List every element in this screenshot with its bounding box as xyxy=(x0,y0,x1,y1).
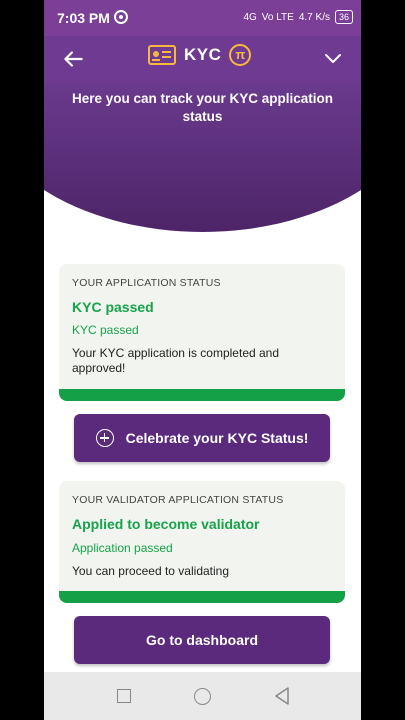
kyc-card-caption: YOUR APPLICATION STATUS xyxy=(72,277,221,289)
status-icons: 4G Vo LTE 4.7 K/s 36 xyxy=(243,10,353,24)
validator-card-title: Applied to become validator xyxy=(72,516,260,532)
system-nav-bar xyxy=(44,672,361,720)
back-arrow-icon[interactable] xyxy=(60,46,86,72)
validator-status-card: YOUR VALIDATOR APPLICATION STATUS Applie… xyxy=(59,481,345,603)
hero-text: Here you can track your KYC application … xyxy=(71,91,334,124)
nav-back-icon[interactable] xyxy=(274,687,290,705)
validator-progress-bar xyxy=(59,591,345,603)
kyc-card-description: Your KYC application is completed and ap… xyxy=(72,346,280,375)
net-speed: 4.7 K/s xyxy=(298,11,330,23)
volte-indicator: Vo LTE xyxy=(261,11,294,23)
home-icon[interactable] xyxy=(194,688,211,705)
network-type: 4G xyxy=(243,11,257,23)
validator-card-caption: YOUR VALIDATOR APPLICATION STATUS xyxy=(72,494,284,506)
status-bar: 7:03 PM 4G Vo LTE 4.7 K/s 36 xyxy=(44,0,361,36)
recent-apps-icon[interactable] xyxy=(117,689,131,703)
phone-screen: 7:03 PM 4G Vo LTE 4.7 K/s 36 KYC π Here … xyxy=(44,0,361,720)
chevron-down-icon[interactable] xyxy=(323,48,343,68)
kyc-status-card: YOUR APPLICATION STATUS KYC passed KYC p… xyxy=(59,264,345,401)
go-to-dashboard-button[interactable]: Go to dashboard xyxy=(74,616,330,664)
page-title: KYC xyxy=(184,45,222,64)
celebrate-kyc-button[interactable]: Celebrate your KYC Status! xyxy=(74,414,330,462)
validator-card-subtitle: Application passed xyxy=(72,541,173,555)
battery-icon: 36 xyxy=(334,10,353,24)
plus-circle-icon xyxy=(95,429,114,447)
dashboard-button-label: Go to dashboard xyxy=(146,632,258,648)
kyc-progress-bar xyxy=(59,389,345,401)
status-time: 7:03 PM xyxy=(57,10,110,26)
header-title-group: KYC π xyxy=(148,44,252,66)
kyc-card-subtitle: KYC passed xyxy=(72,323,139,337)
kyc-card-title: KYC passed xyxy=(72,299,154,315)
celebrate-button-label: Celebrate your KYC Status! xyxy=(125,430,309,446)
validator-card-description: You can proceed to validating xyxy=(72,564,230,578)
app-header: KYC π xyxy=(44,36,361,82)
screen-record-icon xyxy=(114,10,128,24)
id-card-icon xyxy=(148,45,176,65)
pi-logo-icon: π xyxy=(229,44,252,66)
